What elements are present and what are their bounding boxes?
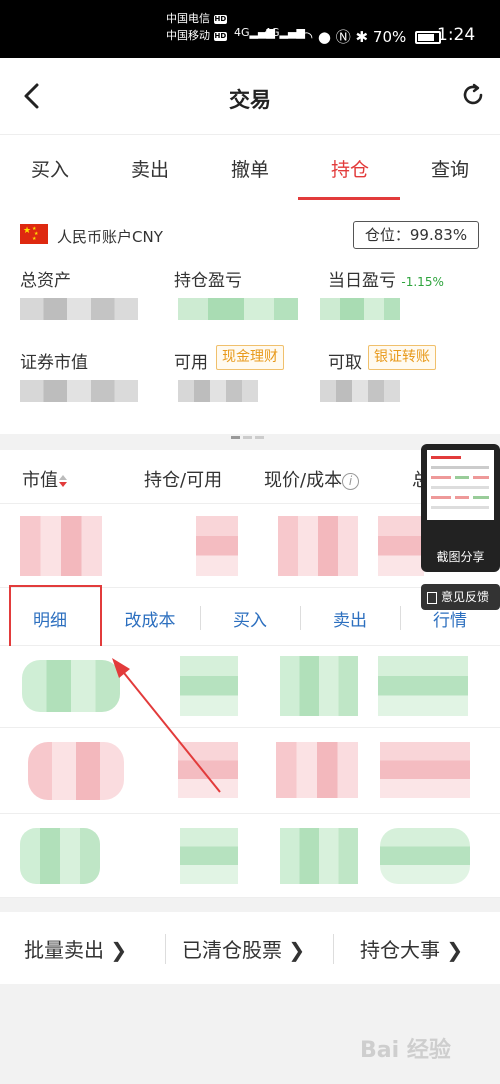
tab-cancel[interactable]: 撤单 bbox=[200, 155, 300, 182]
hd-badge: HD bbox=[213, 31, 228, 41]
bank-transfer-button[interactable]: 银证转账 bbox=[368, 345, 436, 370]
cleared-stocks-link[interactable]: 已清仓股票 ❯ bbox=[182, 934, 305, 963]
market-value-label: 证券市值 bbox=[20, 353, 88, 373]
signal-icon: 4G▂▄▆ bbox=[264, 26, 305, 39]
holding-events-link[interactable]: 持仓大事 ❯ bbox=[360, 934, 463, 963]
total-masked bbox=[380, 742, 470, 798]
bluetooth-icon: ✱ bbox=[355, 28, 369, 46]
page-title: 交易 bbox=[229, 88, 271, 112]
wifi-icon: ◠ bbox=[300, 28, 314, 46]
modify-cost-button[interactable]: 改成本 bbox=[100, 606, 200, 631]
holding-masked bbox=[178, 742, 238, 798]
feedback-button[interactable]: 意见反馈 bbox=[421, 584, 500, 610]
battery-percent: 70% bbox=[372, 28, 407, 46]
screenshot-preview bbox=[427, 450, 494, 520]
position-ratio-badge: 仓位：99.83% bbox=[353, 221, 479, 249]
status-bar: 中国电信 HD 中国移动 HD 4G▂▄▆ 4G▂▄▆ ◠ ● Ⓝ ✱ 70% … bbox=[0, 0, 500, 58]
active-tab-indicator bbox=[298, 197, 400, 200]
price-masked bbox=[280, 828, 358, 884]
holding-pnl-label: 持仓盈亏 bbox=[174, 271, 242, 291]
available-label: 可用 bbox=[174, 353, 208, 373]
stock-name-masked bbox=[20, 828, 100, 884]
col-price-cost: 现价/成本 i bbox=[264, 466, 360, 492]
divider bbox=[333, 934, 334, 964]
tab-holdings[interactable]: 持仓 bbox=[300, 155, 400, 182]
stock-name-masked bbox=[20, 516, 102, 576]
page-indicator bbox=[231, 424, 271, 439]
divider bbox=[165, 934, 166, 964]
buy-button[interactable]: 买入 bbox=[200, 606, 300, 631]
total-assets-value-masked bbox=[20, 298, 138, 320]
chat-icon: ● bbox=[317, 28, 331, 46]
withdrawable-label: 可取 bbox=[328, 353, 362, 373]
bottom-links: 批量卖出 ❯ 已清仓股票 ❯ 持仓大事 ❯ bbox=[0, 912, 500, 984]
holding-row[interactable] bbox=[0, 646, 500, 728]
total-assets-label: 总资产 bbox=[20, 271, 71, 291]
daily-pnl-percent: -1.15% bbox=[401, 275, 444, 289]
stock-name-masked bbox=[22, 660, 120, 712]
tab-sell[interactable]: 卖出 bbox=[100, 155, 200, 182]
batch-sell-link[interactable]: 批量卖出 ❯ bbox=[24, 934, 127, 963]
total-masked bbox=[378, 516, 424, 576]
holding-row[interactable] bbox=[0, 814, 500, 898]
holding-masked bbox=[196, 516, 238, 576]
holding-masked bbox=[180, 828, 238, 884]
holding-pnl-value-masked bbox=[178, 298, 298, 320]
refresh-icon[interactable] bbox=[460, 82, 486, 108]
market-value-masked bbox=[20, 380, 138, 402]
stock-name-masked bbox=[28, 742, 124, 800]
feedback-icon bbox=[427, 591, 437, 604]
total-masked bbox=[378, 656, 468, 716]
col-market-value[interactable]: 市值 bbox=[22, 466, 67, 492]
daily-pnl-value-masked bbox=[320, 298, 400, 320]
account-panel: ★ ★ ★ ★ 人民币账户CNY 仓位：99.83% 总资产 持仓盈亏 当日盈亏… bbox=[0, 202, 500, 439]
info-icon[interactable]: i bbox=[342, 472, 360, 490]
hd-badge: HD bbox=[213, 14, 228, 24]
sell-button[interactable]: 卖出 bbox=[300, 606, 400, 631]
feedback-label: 意见反馈 bbox=[441, 590, 490, 604]
price-masked bbox=[278, 516, 358, 576]
clock: 1:24 bbox=[437, 25, 476, 45]
carrier-telecom: 中国电信 bbox=[166, 12, 210, 25]
carrier-mobile: 中国移动 bbox=[166, 29, 210, 42]
watermark: Bai 经验 bbox=[360, 1038, 451, 1063]
tab-buy[interactable]: 买入 bbox=[0, 155, 100, 182]
screenshot-share-label: 截图分享 bbox=[436, 550, 485, 564]
nav-bar: 交易 bbox=[0, 58, 500, 134]
screenshot-share-thumbnail[interactable]: 截图分享 bbox=[421, 444, 500, 572]
account-label: 人民币账户CNY bbox=[57, 228, 163, 246]
carrier-info: 中国电信 HD 中国移动 HD bbox=[166, 10, 228, 44]
holding-row[interactable] bbox=[0, 728, 500, 814]
tab-query[interactable]: 查询 bbox=[400, 155, 500, 182]
price-masked bbox=[280, 656, 358, 716]
trade-tabs: 买入 卖出 撤单 持仓 查询 bbox=[0, 134, 500, 202]
nfc-icon: Ⓝ bbox=[335, 28, 351, 46]
withdrawable-value-masked bbox=[320, 380, 400, 402]
total-masked bbox=[380, 828, 470, 884]
col-holding-available: 持仓/可用 bbox=[144, 470, 223, 491]
sort-icon bbox=[59, 475, 67, 487]
price-masked bbox=[276, 742, 358, 798]
china-flag-icon: ★ ★ ★ ★ bbox=[20, 224, 48, 244]
status-icons: ◠ ● Ⓝ ✱ 70% bbox=[300, 26, 442, 47]
daily-pnl-label: 当日盈亏 -1.15% bbox=[328, 271, 444, 291]
cash-wealth-button[interactable]: 现金理财 bbox=[216, 345, 284, 370]
available-value-masked bbox=[178, 380, 258, 402]
holding-masked bbox=[180, 656, 238, 716]
